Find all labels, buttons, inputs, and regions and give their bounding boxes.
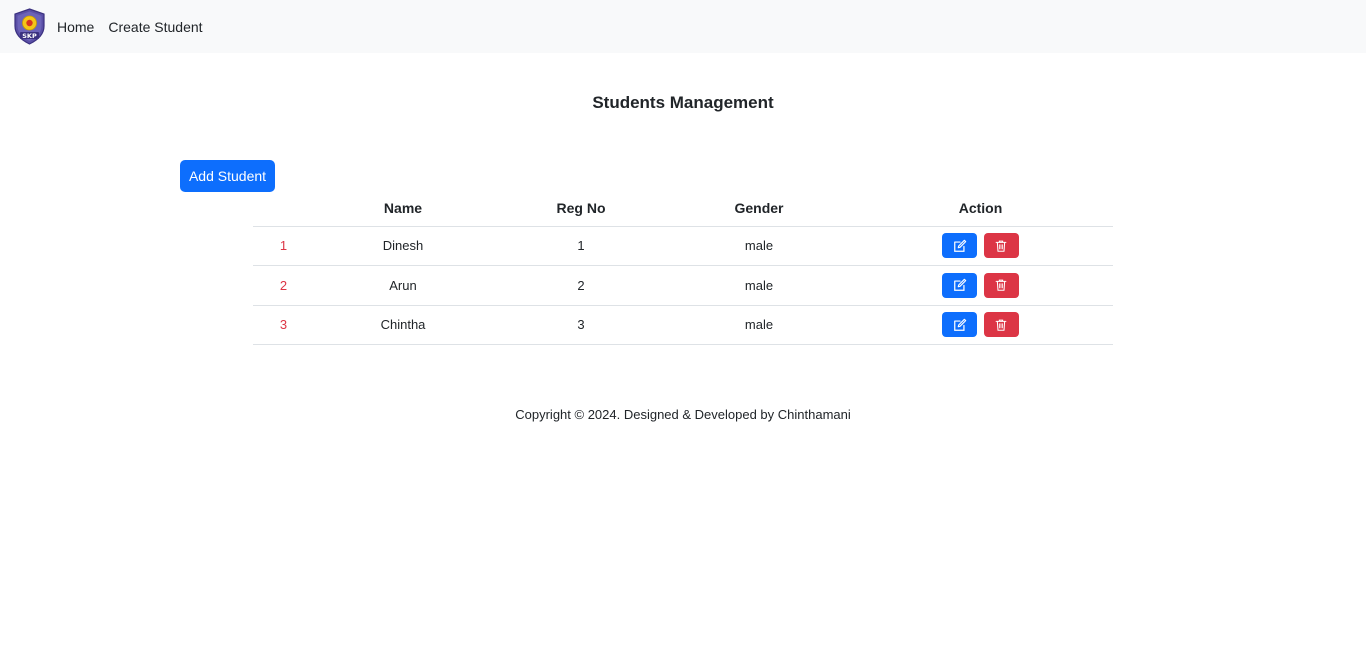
- students-table: Name Reg No Gender Action 1 Dinesh 1 mal…: [253, 191, 1113, 345]
- row-index: 3: [253, 305, 314, 345]
- edit-icon: [953, 239, 966, 252]
- edit-icon: [953, 318, 966, 331]
- row-name: Chintha: [314, 305, 492, 345]
- row-gender: male: [670, 226, 848, 266]
- page-title: Students Management: [592, 93, 774, 112]
- shield-logo-icon: SKP: [14, 8, 45, 45]
- add-student-button[interactable]: Add Student: [180, 160, 275, 192]
- trash-icon: [995, 279, 1007, 292]
- row-reg-no: 1: [492, 226, 670, 266]
- row-actions: [848, 226, 1113, 266]
- header-gender: Gender: [670, 191, 848, 227]
- row-gender: male: [670, 305, 848, 345]
- header-index: [253, 191, 314, 227]
- header-reg-no: Reg No: [492, 191, 670, 227]
- row-index: 2: [253, 265, 314, 306]
- edit-button[interactable]: [942, 272, 978, 298]
- delete-button[interactable]: [983, 272, 1019, 298]
- trash-icon: [995, 319, 1007, 331]
- row-name: Dinesh: [314, 226, 492, 266]
- footer-copyright: Copyright © 2024. Designed & Developed b…: [515, 407, 851, 422]
- nav-link-create-student[interactable]: Create Student: [108, 19, 202, 35]
- row-actions: [848, 265, 1113, 306]
- row-index: 1: [253, 226, 314, 266]
- row-reg-no: 2: [492, 265, 670, 306]
- trash-icon: [995, 240, 1007, 252]
- logo-text: SKP: [22, 32, 37, 40]
- table-header-row: Name Reg No Gender Action: [253, 191, 1113, 227]
- header-action: Action: [848, 191, 1113, 227]
- table-row: 3 Chintha 3 male: [253, 305, 1113, 345]
- row-reg-no: 3: [492, 305, 670, 345]
- row-gender: male: [670, 265, 848, 306]
- header-name: Name: [314, 191, 492, 227]
- table-row: 2 Arun 2 male: [253, 265, 1113, 306]
- table-row: 1 Dinesh 1 male: [253, 226, 1113, 266]
- navbar: SKP Home Create Student: [0, 0, 1366, 53]
- row-name: Arun: [314, 265, 492, 306]
- row-actions: [848, 305, 1113, 345]
- edit-button[interactable]: [942, 233, 978, 259]
- delete-button[interactable]: [983, 312, 1019, 338]
- delete-button[interactable]: [983, 233, 1019, 259]
- logo[interactable]: SKP: [11, 8, 48, 45]
- edit-icon: [953, 278, 966, 292]
- edit-button[interactable]: [942, 312, 978, 338]
- nav-link-home[interactable]: Home: [57, 19, 94, 35]
